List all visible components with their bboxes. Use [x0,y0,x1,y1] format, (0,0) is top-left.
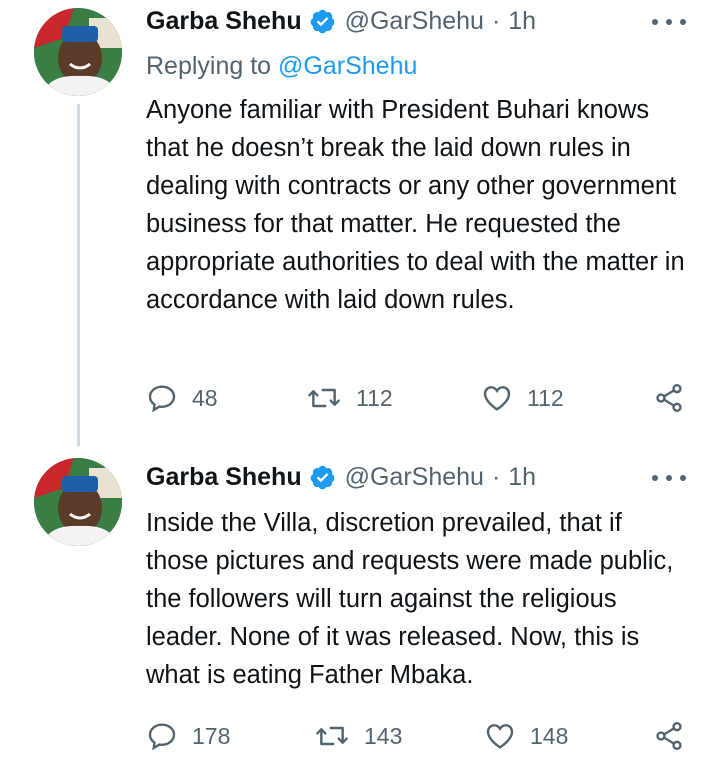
like-button[interactable]: 112 [481,381,564,415]
separator: · [491,462,501,491]
separator: · [491,6,501,35]
replying-mention[interactable]: @GarShehu [278,52,417,80]
display-name[interactable]: Garba Shehu [146,7,302,36]
display-name[interactable]: Garba Shehu [146,463,302,492]
like-count: 148 [530,722,569,749]
timestamp[interactable]: 1h [508,7,536,36]
retweet-count: 143 [364,722,403,749]
share-icon [653,720,685,752]
retweet-icon [306,382,342,414]
tweet-text: Inside the Villa, discretion prevailed, … [146,509,674,689]
tweet-header: Garba Shehu @GarShehu · 1h [146,460,536,494]
more-icon[interactable] [652,468,686,488]
more-icon[interactable] [652,12,686,32]
tweet-2[interactable]: Garba Shehu @GarShehu · 1h Inside the Vi… [0,440,720,770]
retweet-button[interactable]: 112 [306,381,393,415]
verified-badge-icon [309,464,336,491]
avatar[interactable] [34,458,122,546]
reply-count: 48 [192,384,218,411]
reply-icon [146,720,178,752]
handle[interactable]: @GarShehu [345,463,484,492]
tweet-1[interactable]: Garba Shehu @GarShehu · 1h Replying to @… [0,0,720,446]
tweet-header: Garba Shehu @GarShehu · 1h [146,4,536,38]
handle[interactable]: @GarShehu [345,7,484,36]
replying-to: Replying to @GarShehu [146,52,417,81]
tweet-actions: 178 143 148 [146,719,691,753]
like-count: 112 [527,384,564,411]
share-icon [653,382,685,414]
retweet-icon [314,720,350,752]
avatar[interactable] [34,8,122,96]
retweet-button[interactable]: 143 [314,719,402,753]
retweet-count: 112 [356,384,393,411]
timestamp[interactable]: 1h [508,463,536,492]
like-button[interactable]: 148 [484,719,568,753]
like-icon [481,382,513,414]
share-button[interactable] [653,719,685,753]
tweet-text: Anyone familiar with President Buhari kn… [146,96,685,314]
tweet-actions: 48 112 112 [146,381,691,415]
like-icon [484,720,516,752]
reply-count: 178 [192,722,231,749]
share-button[interactable] [653,381,685,415]
replying-prefix: Replying to [146,52,279,80]
thread-line [77,104,80,446]
verified-badge-icon [309,8,336,35]
reply-icon [146,382,178,414]
reply-button[interactable]: 178 [146,719,230,753]
reply-button[interactable]: 48 [146,381,218,415]
